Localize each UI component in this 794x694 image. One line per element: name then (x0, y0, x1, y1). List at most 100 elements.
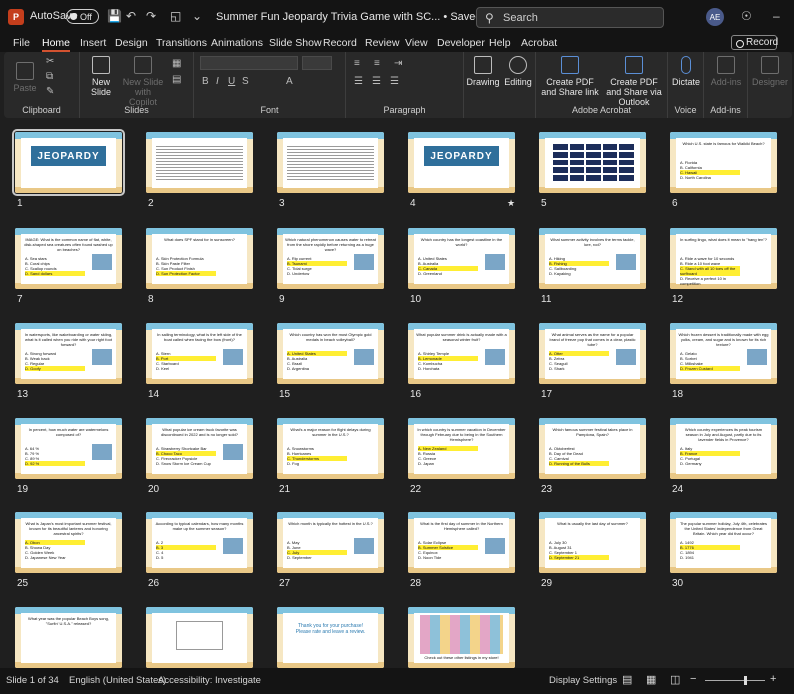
font-color-icon[interactable]: A (286, 76, 293, 87)
save-icon[interactable]: 💾 (107, 9, 122, 23)
slide-thumbnail[interactable]: JEOPARDY (408, 132, 515, 193)
autosave-toggle[interactable]: Off (66, 9, 99, 24)
layout-icon[interactable]: ▦ (172, 58, 181, 69)
editing-button[interactable]: Editing (502, 56, 534, 87)
slide-thumbnail[interactable]: Which month is typically the hottest in … (277, 512, 384, 573)
record-button[interactable]: Record (731, 35, 778, 50)
slide-thumbnail[interactable]: What is the first day of summer in the N… (408, 512, 515, 573)
search-box[interactable]: ⚲ Search (476, 7, 664, 28)
zoom-in-icon[interactable]: + (770, 673, 776, 685)
zoom-out-icon[interactable]: − (690, 673, 696, 685)
lightbulb-icon[interactable]: ☉ (741, 9, 752, 23)
slide-thumbnail[interactable]: Check out these other listings in my sto… (408, 607, 515, 668)
copy-icon[interactable]: ⧉ (46, 71, 53, 82)
display-settings-button[interactable]: Display Settings (549, 675, 617, 686)
reading-view-icon[interactable]: ◫ (670, 673, 680, 686)
normal-view-icon[interactable]: ▤ (622, 673, 632, 686)
tab-design[interactable]: Design (115, 37, 148, 49)
slide-thumbnail[interactable]: What popular summer drink is actually ma… (408, 323, 515, 384)
create-pdf-share-link-button[interactable]: Create PDF and Share link (540, 56, 600, 97)
slide-thumbnail[interactable]: IMAGE: What is the common name of flat, … (15, 228, 122, 289)
cut-icon[interactable]: ✂ (46, 56, 54, 67)
new-slide-copilot-button[interactable]: New Slide with Copilot (120, 56, 166, 107)
tab-transitions[interactable]: Transitions (156, 37, 207, 49)
slide-thumbnail[interactable]: In which country is summer vacation in D… (408, 418, 515, 479)
slide-thumbnail[interactable] (146, 132, 253, 193)
tab-animations[interactable]: Animations (211, 37, 263, 49)
align-left-icon[interactable]: ☰ (354, 76, 363, 87)
slide-thumbnail[interactable]: Thank you for your purchase! Please rate… (277, 607, 384, 668)
slide-question: According to typical calendars, how many… (155, 521, 244, 531)
strikethrough-icon[interactable]: S (242, 76, 249, 87)
board-cell (602, 151, 618, 158)
section-icon[interactable]: ▤ (172, 74, 181, 85)
align-center-icon[interactable]: ☰ (372, 76, 381, 87)
new-slide-button[interactable]: New Slide (84, 56, 118, 97)
slide-thumbnail[interactable]: What animal serves as the name for a pop… (539, 323, 646, 384)
format-painter-icon[interactable]: ✎ (46, 86, 54, 97)
designer-button[interactable]: Designer (750, 56, 790, 87)
board-cell (602, 175, 618, 181)
slide-thumbnail[interactable]: Which frozen dessert is traditionally ma… (670, 323, 777, 384)
italic-icon[interactable]: I (216, 76, 219, 87)
slide-thumbnail[interactable]: In sailing terminology, what is the left… (146, 323, 253, 384)
slide-thumbnail[interactable]: What's a major reason for flight delays … (277, 418, 384, 479)
slide-thumbnail[interactable]: Which country has the longest coastline … (408, 228, 515, 289)
slide-thumbnail[interactable]: Which U.S. state is famous for Waikiki B… (670, 132, 777, 193)
tab-slide-show[interactable]: Slide Show (269, 37, 322, 49)
slide-thumbnail[interactable] (146, 607, 253, 668)
customize-toolbar-icon[interactable]: ⌄ (192, 9, 202, 23)
slide-thumbnail[interactable]: Which famous summer festival takes place… (539, 418, 646, 479)
bullets-icon[interactable]: ≡ (354, 58, 360, 69)
tab-help[interactable]: Help (489, 37, 511, 49)
tab-developer[interactable]: Developer (437, 37, 485, 49)
dictate-button[interactable]: Dictate (670, 56, 702, 87)
slide-thumbnail[interactable]: What summer activity involves the terms … (539, 228, 646, 289)
board-cell (553, 144, 568, 150)
slide-thumbnail[interactable] (539, 132, 646, 193)
bold-icon[interactable]: B (202, 76, 209, 87)
slide-sorter-icon[interactable]: ▦ (646, 673, 656, 686)
present-icon[interactable]: ◱ (170, 9, 181, 23)
slide-thumbnail[interactable]: What is usually the last day of summer? A… (539, 512, 646, 573)
underline-icon[interactable]: U (228, 76, 235, 87)
tab-record[interactable]: Record (323, 37, 357, 49)
avatar[interactable]: AE (706, 8, 724, 26)
slide-thumbnail[interactable]: What does SPF stand for in sunscreen? A. … (146, 228, 253, 289)
slide-thumbnail[interactable]: What popular ice cream truck favorite wa… (146, 418, 253, 479)
slide-thumbnail[interactable]: JEOPARDY (12, 129, 125, 196)
slide-thumbnail[interactable]: In watersports, like wakeboarding or wat… (15, 323, 122, 384)
tab-view[interactable]: View (405, 37, 428, 49)
language-status[interactable]: English (United States) (69, 675, 166, 686)
zoom-slider-handle[interactable] (744, 676, 747, 685)
redo-icon[interactable]: ↷ (146, 9, 156, 23)
tab-acrobat[interactable]: Acrobat (521, 37, 557, 49)
tab-insert[interactable]: Insert (80, 37, 106, 49)
numbering-icon[interactable]: ≡ (374, 58, 380, 69)
slide-thumbnail[interactable]: Which country has won the most Olympic g… (277, 323, 384, 384)
slide-thumbnail[interactable]: In surfing lingo, what does it mean to "… (670, 228, 777, 289)
slide-thumbnail[interactable]: Which country experiences its peak touri… (670, 418, 777, 479)
slide-thumbnail[interactable]: According to typical calendars, how many… (146, 512, 253, 573)
align-right-icon[interactable]: ☰ (390, 76, 399, 87)
undo-icon[interactable]: ↶ (126, 9, 136, 23)
indent-icon[interactable]: ⇥ (394, 58, 402, 69)
font-size-select[interactable] (302, 56, 332, 70)
zoom-slider[interactable] (705, 680, 765, 681)
addins-button[interactable]: Add-ins (708, 56, 744, 87)
slide-thumbnail[interactable]: What is Japan's most important summer fe… (15, 512, 122, 573)
minimize-icon[interactable]: – (773, 9, 780, 23)
tab-home[interactable]: Home (42, 37, 71, 52)
slide-thumbnail[interactable]: The popular summer holiday, July 4th, ce… (670, 512, 777, 573)
create-pdf-outlook-button[interactable]: Create PDF and Share via Outlook (602, 56, 666, 107)
drawing-button[interactable]: Drawing (466, 56, 500, 87)
slide-thumbnail[interactable]: Which natural phenomenon causes water to… (277, 228, 384, 289)
paste-button[interactable]: Paste (10, 62, 40, 93)
tab-review[interactable]: Review (365, 37, 399, 49)
tab-file[interactable]: File (13, 37, 30, 49)
slide-thumbnail[interactable]: In percent, how much water are watermelo… (15, 418, 122, 479)
slide-thumbnail[interactable] (277, 132, 384, 193)
accessibility-status[interactable]: Accessibility: Investigate (158, 675, 261, 686)
slide-thumbnail[interactable]: What year was the popular Beach Boys son… (15, 607, 122, 668)
font-name-select[interactable] (200, 56, 298, 70)
